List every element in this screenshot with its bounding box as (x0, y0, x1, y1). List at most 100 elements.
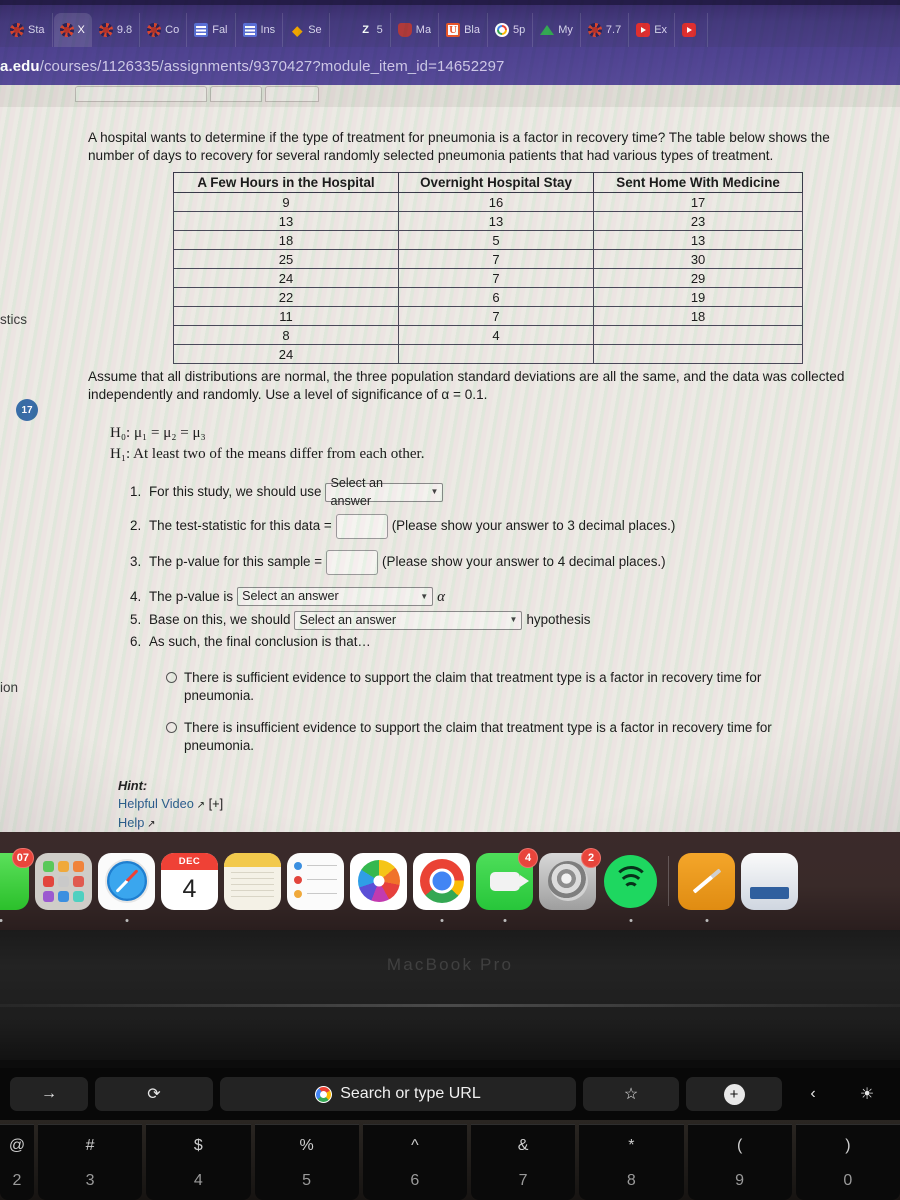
choice-option[interactable]: There is insufficient evidence to suppor… (166, 719, 848, 755)
url-text: a.edu/courses/1126335/assignments/937042… (0, 58, 505, 75)
running-dot (0, 918, 2, 922)
bookmarks-bar[interactable] (0, 85, 900, 107)
keyboard-key-4[interactable]: $4 (146, 1124, 251, 1200)
browser-tab-9-8[interactable]: 9.8 (93, 13, 141, 47)
calendar-day: 4 (182, 875, 197, 903)
dock-icon-chrome[interactable] (413, 852, 470, 922)
browser-tab-bla[interactable]: U Bla (440, 13, 488, 47)
key-top-legend: $ (193, 1137, 203, 1154)
running-dot (705, 918, 708, 922)
key-top-legend: * (628, 1137, 635, 1154)
canvas-icon (10, 23, 24, 37)
keyboard-key-6[interactable]: ^ 6 (362, 1124, 467, 1200)
dock-icon-system-preferences[interactable]: 2 (539, 847, 601, 910)
select-an-answer-dropdown[interactable]: Select an answer ▼ (325, 476, 444, 508)
radio-insufficient[interactable] (166, 721, 177, 733)
browser-tab-fal[interactable]: Fal (188, 13, 236, 47)
step-suffix-text: hypothesis (526, 612, 591, 628)
touchbar-search-field[interactable]: Search or type URL (220, 1077, 576, 1111)
steps-list: 1. For this study, we should use Select an… (130, 476, 848, 652)
dock-icon-calendar[interactable]: DEC 4 (161, 852, 218, 910)
google-icon (494, 23, 509, 37)
answer-input-field[interactable] (335, 513, 388, 539)
keyboard-key-0[interactable]: ) 0 (795, 1124, 900, 1200)
zoom-icon: Z (362, 24, 370, 36)
macos-dock[interactable]: 07 DEC 4 4 2 (0, 832, 900, 930)
touch-bar[interactable]: → ⟳ Search or type URL ☆ + ‹ ☀ (0, 1068, 900, 1120)
shield-icon (397, 23, 412, 37)
table-cell (593, 325, 803, 346)
dock-icon-launchpad[interactable] (35, 852, 92, 910)
step-text: Base on this, we should (149, 612, 291, 628)
table-cell: 23 (593, 211, 803, 232)
browser-tab-x[interactable]: X (53, 13, 92, 47)
touchbar-reload-button[interactable]: ⟳ (95, 1077, 213, 1111)
keyboard-key-7[interactable]: & 7 (471, 1124, 576, 1200)
helpful-video-link[interactable]: Helpful Video (118, 796, 194, 811)
table-cell: 25 (173, 249, 399, 270)
keyboard-key-9[interactable]: (9 (687, 1124, 792, 1200)
browser-tab-7-7[interactable]: 7.7 (582, 13, 630, 47)
chevron-down-icon: ▼ (509, 615, 518, 625)
external-link-icon: ↗︎ (193, 800, 206, 812)
bookmark-item[interactable] (210, 86, 262, 102)
select-an-answer-dropdown[interactable]: Select an answer ▼ (294, 610, 523, 630)
step-text: The test-statistic for this data = (149, 517, 332, 533)
tab-label: 9.8 (116, 24, 133, 36)
browser-url-bar[interactable]: a.edu/courses/1126335/assignments/937042… (0, 47, 900, 85)
table-header-row: A Few Hours in the Hospital Overnight Hos… (173, 172, 803, 194)
dock-icon-safari[interactable] (98, 852, 155, 922)
help-link[interactable]: Help (118, 815, 144, 830)
key-bottom-legend: 8 (626, 1172, 636, 1189)
answer-input-field[interactable] (326, 549, 379, 575)
dock-icon-facetime[interactable]: 4 (476, 847, 538, 922)
browser-tab-5[interactable]: Z5 (353, 13, 391, 47)
touchbar-bookmark-button[interactable]: ☆ (583, 1077, 679, 1111)
step-item-3: 3. The p-value for this sample = (Please s… (130, 549, 848, 575)
browser-tab-ex[interactable]: Ex (630, 13, 676, 47)
touchbar-forward-button[interactable]: → (10, 1077, 88, 1111)
canvas-icon (98, 23, 113, 37)
dock-icon-notes[interactable] (224, 852, 281, 910)
dock-icon-pages[interactable] (678, 852, 735, 922)
keyboard-key-8[interactable]: * 8 (579, 1124, 684, 1200)
google-icon (315, 1085, 333, 1103)
choice-option[interactable]: There is sufficient evidence to support … (166, 669, 848, 705)
tab-label: 5p (512, 24, 526, 36)
step-text: As such, the final conclusion is that… (149, 634, 371, 650)
hint-help-row: Help ↗︎ (118, 814, 848, 832)
touchbar-brightness-button[interactable]: ☀ (844, 1077, 890, 1111)
laptop-keyboard[interactable]: @2 #3 $4% 5 ^ 6 & 7 * 8(9) 0 (0, 1120, 900, 1200)
step-suffix-text: (Please show your answer to 4 decimal pl… (382, 553, 666, 569)
browser-tab-untitled[interactable] (676, 13, 709, 47)
browser-tab-se[interactable]: ◆ Se (284, 13, 330, 47)
dock-icon-messages[interactable]: 07 (0, 847, 34, 922)
dock-icon-document[interactable] (741, 852, 798, 910)
table-cell: 24 (173, 268, 399, 289)
bookmark-item[interactable] (75, 86, 207, 102)
browser-tab-sta[interactable]: Sta (4, 13, 53, 47)
laptop-bezel (0, 930, 900, 1060)
dock-icon-reminders[interactable] (287, 852, 344, 910)
expand-toggle[interactable]: [+] (209, 796, 224, 811)
touchbar-back-chevron[interactable]: ‹ (789, 1077, 837, 1111)
chevron-down-icon: ▼ (430, 487, 439, 497)
bookmark-item[interactable] (265, 86, 319, 102)
keyboard-key-5[interactable]: % 5 (254, 1124, 359, 1200)
unread-count-badge[interactable]: 17 (16, 399, 38, 421)
step-number: 2. (130, 517, 142, 533)
browser-tab-co[interactable]: Co (141, 13, 188, 47)
keyboard-key-partial[interactable]: @2 (0, 1124, 34, 1200)
browser-tab-ins[interactable]: Ins (237, 13, 284, 47)
radio-sufficient[interactable] (166, 672, 177, 684)
table-cell: 13 (593, 230, 803, 251)
dock-icon-spotify[interactable] (602, 853, 659, 922)
dropdown-value: Select an answer (330, 475, 383, 509)
browser-tab-my[interactable]: My (534, 13, 581, 47)
touchbar-newtab-button[interactable]: + (686, 1077, 782, 1111)
keyboard-key-3[interactable]: #3 (38, 1124, 143, 1200)
dock-icon-photos[interactable] (350, 852, 407, 910)
browser-tab-ma[interactable]: Ma (392, 13, 440, 47)
select-an-answer-dropdown[interactable]: Select an answer ▼ (237, 587, 434, 607)
browser-tab-5p[interactable]: 5p (489, 13, 534, 47)
